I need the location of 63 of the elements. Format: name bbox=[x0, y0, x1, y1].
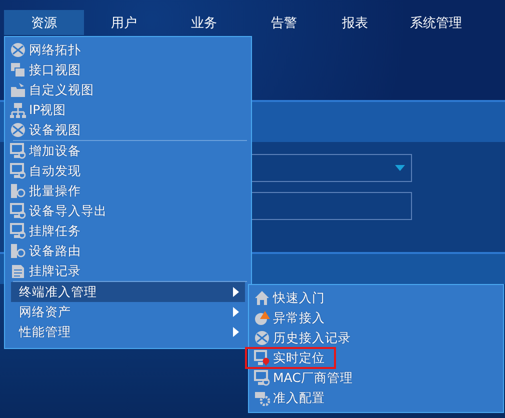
monitor-icon bbox=[10, 163, 26, 179]
menu-item[interactable]: 异常接入 bbox=[249, 308, 503, 328]
menu-item-label: 快速入门 bbox=[273, 290, 325, 306]
menu-item[interactable]: 批量操作 bbox=[5, 181, 251, 201]
nav-tab[interactable]: 资源 bbox=[4, 10, 84, 35]
menu-item-label: IP视图 bbox=[29, 102, 66, 118]
menu-item-label: 准入配置 bbox=[273, 390, 325, 406]
dropdown-field[interactable] bbox=[250, 154, 412, 182]
monitor-icon bbox=[254, 370, 270, 386]
menu-item[interactable]: 设备路由 bbox=[5, 241, 251, 261]
menu-item-label: 自动发现 bbox=[29, 162, 81, 180]
nav-tab[interactable]: 告警 bbox=[244, 10, 324, 35]
menu-item[interactable]: 设备视图 bbox=[5, 120, 251, 140]
nav-tab[interactable]: 系统管理 bbox=[386, 10, 486, 35]
document-icon bbox=[10, 263, 26, 279]
submenu-item[interactable]: 终端准入管理 bbox=[11, 282, 245, 302]
menu-item-label: 设备视图 bbox=[29, 122, 81, 138]
menu-item-label: 批量操作 bbox=[29, 182, 81, 200]
menu-item-label: 实时定位 bbox=[273, 350, 325, 366]
menu-item[interactable]: 设备导入导出 bbox=[5, 201, 251, 221]
menu-item-label: 设备导入导出 bbox=[29, 202, 107, 220]
menu-item[interactable]: 快速入门 bbox=[249, 288, 503, 308]
menu-item-label: 挂牌任务 bbox=[29, 222, 81, 240]
network-icon bbox=[10, 102, 26, 118]
input-field[interactable] bbox=[250, 192, 412, 220]
warning-icon bbox=[254, 310, 270, 326]
menu-item-label: 挂牌记录 bbox=[29, 262, 81, 280]
menu-item-label: 增加设备 bbox=[29, 142, 81, 160]
menu-item-label: 异常接入 bbox=[273, 310, 325, 326]
monitor-icon bbox=[10, 223, 26, 239]
house-icon bbox=[254, 290, 270, 306]
location-pin-icon bbox=[254, 350, 270, 366]
menu-item[interactable]: 历史接入记录 bbox=[249, 328, 503, 348]
menu-item[interactable]: 自定义视图 bbox=[5, 80, 251, 100]
menu-item-label: 性能管理 bbox=[19, 324, 71, 340]
menu-item-label: MAC厂商管理 bbox=[273, 370, 353, 386]
menu-item-label: 网络拓扑 bbox=[29, 42, 81, 58]
monitor-icon bbox=[10, 203, 26, 219]
submenu-item[interactable]: 性能管理 bbox=[11, 322, 245, 342]
menu-item[interactable]: 准入配置 bbox=[249, 388, 503, 408]
nav-tab[interactable]: 业务 bbox=[164, 10, 244, 35]
menu-item[interactable]: 网络拓扑 bbox=[5, 40, 251, 60]
menu-item-label: 历史接入记录 bbox=[273, 330, 351, 346]
menu-item[interactable]: 接口视图 bbox=[5, 60, 251, 80]
nav-tab[interactable]: 用户 bbox=[84, 10, 164, 35]
menu-item[interactable]: 实时定位 bbox=[249, 348, 503, 368]
menu-item-label: 网络资产 bbox=[19, 304, 71, 320]
windows-icon bbox=[10, 62, 26, 78]
menu-item[interactable]: 挂牌任务 bbox=[5, 221, 251, 241]
menu-item[interactable]: 增加设备 bbox=[5, 141, 251, 161]
menu-item[interactable]: IP视图 bbox=[5, 100, 251, 120]
menu-item-label: 设备路由 bbox=[29, 242, 81, 260]
folder-icon bbox=[10, 82, 26, 98]
monitor-icon bbox=[10, 143, 26, 159]
nav-tab[interactable]: 报表 bbox=[324, 10, 386, 35]
caret-icon bbox=[395, 165, 405, 171]
menu-item-label: 接口视图 bbox=[29, 62, 81, 78]
menu-item[interactable]: 自动发现 bbox=[5, 161, 251, 181]
menu-item-label: 自定义视图 bbox=[29, 82, 94, 98]
submenu-item[interactable]: 网络资产 bbox=[11, 302, 245, 322]
menu-item-label: 终端准入管理 bbox=[19, 284, 97, 300]
menu-item[interactable]: MAC厂商管理 bbox=[249, 368, 503, 388]
gear-icon bbox=[254, 390, 270, 406]
